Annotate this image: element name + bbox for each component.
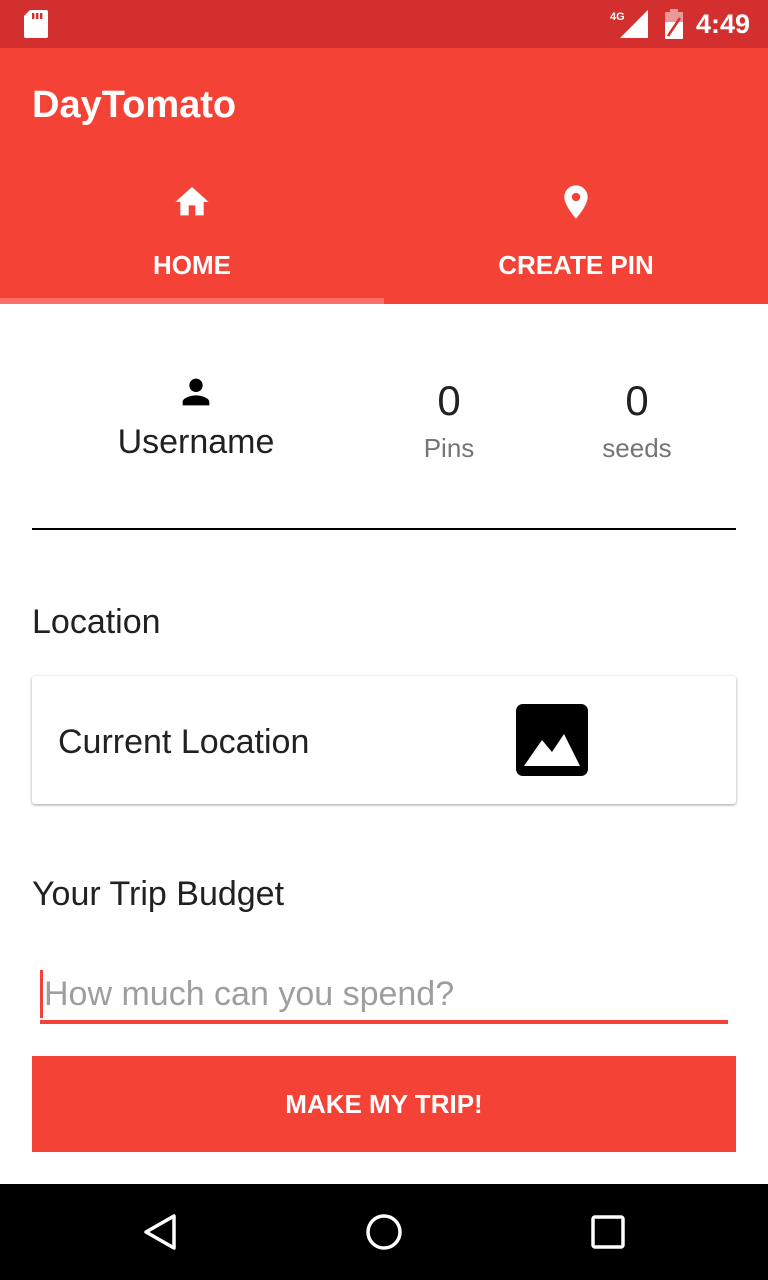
- battery-icon: [665, 9, 683, 39]
- tab-home-label: HOME: [153, 250, 231, 280]
- status-bar: 4G 4:49: [0, 0, 768, 48]
- location-heading: Location: [32, 603, 161, 641]
- tab-home[interactable]: HOME: [0, 174, 384, 304]
- seeds-count: 0: [625, 377, 649, 424]
- tab-create-pin-label: CREATE PIN: [498, 250, 654, 280]
- username-label: Username: [117, 423, 275, 461]
- app-bar: DayTomato HOME CREATE PIN: [0, 48, 768, 304]
- home-icon: [175, 187, 209, 216]
- clock-time: 4:49: [696, 9, 751, 39]
- location-pin-icon: [564, 185, 588, 219]
- make-my-trip-button[interactable]: MAKE MY TRIP!: [32, 1056, 736, 1152]
- sd-card-icon: [24, 10, 48, 38]
- navigation-bar: [0, 1184, 768, 1280]
- image-icon[interactable]: [516, 704, 588, 776]
- current-location-card[interactable]: Current Location: [32, 676, 736, 804]
- seeds-label: seeds: [602, 433, 672, 463]
- budget-heading: Your Trip Budget: [32, 875, 285, 913]
- tab-indicator: [0, 298, 384, 304]
- recents-icon[interactable]: [584, 1208, 632, 1256]
- network-type-label: 4G: [610, 11, 625, 23]
- profile-divider: [32, 528, 736, 530]
- tab-create-pin[interactable]: CREATE PIN: [384, 174, 768, 304]
- budget-input[interactable]: [40, 968, 728, 1024]
- app-title: DayTomato: [32, 84, 237, 126]
- signal-icon: 4G: [610, 10, 648, 38]
- home-nav-icon[interactable]: [360, 1208, 408, 1256]
- back-icon[interactable]: [136, 1208, 184, 1256]
- text-cursor: [40, 970, 43, 1018]
- current-location-label: Current Location: [58, 723, 310, 761]
- pins-count: 0: [437, 377, 461, 424]
- person-icon: [182, 378, 210, 406]
- pins-label: Pins: [423, 433, 475, 463]
